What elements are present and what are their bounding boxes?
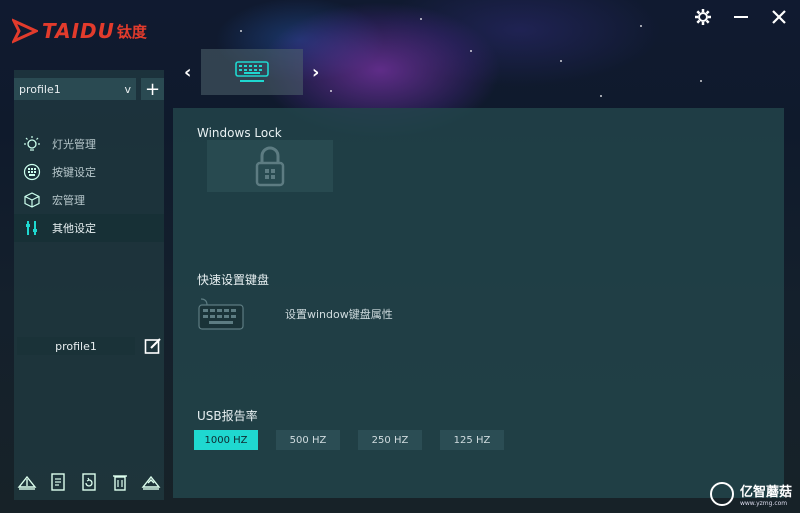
trash-icon[interactable] <box>110 472 130 492</box>
cube-icon <box>22 190 42 210</box>
logo-text: TAIDU <box>42 19 115 43</box>
light-bulb-icon <box>22 134 42 154</box>
taidu-logo-icon <box>12 18 38 44</box>
sidebar-item-lighting[interactable]: 灯光管理 <box>14 130 164 158</box>
minimize-icon[interactable] <box>732 8 750 29</box>
sidebar-item-keys[interactable]: 按键设定 <box>14 158 164 186</box>
windows-lock-toggle[interactable] <box>207 140 333 192</box>
upload-icon[interactable] <box>141 472 161 492</box>
app-logo: TAIDU 钛度 <box>12 16 162 46</box>
sidebar-item-other-settings[interactable]: 其他设定 <box>14 214 164 242</box>
usb-rate-250-button[interactable]: 250 HZ <box>358 430 422 450</box>
add-profile-button[interactable]: + <box>141 78 164 100</box>
keyboard-properties-link[interactable]: 设置window键盘属性 <box>197 297 393 331</box>
export-icon[interactable] <box>79 472 99 492</box>
sliders-icon <box>22 218 42 238</box>
sidebar-item-label: 宏管理 <box>52 194 85 207</box>
sidebar-bottom-toolbar <box>14 472 164 492</box>
windows-lock-title: Windows Lock <box>197 126 282 140</box>
profile-select-value: profile1 <box>19 82 61 96</box>
sidebar-item-label: 按键设定 <box>52 166 96 179</box>
sidebar-item-label: 灯光管理 <box>52 138 96 151</box>
watermark: 亿智蘑菇 www.yzmg.com <box>709 481 792 507</box>
close-icon[interactable] <box>770 8 788 29</box>
usb-rate-500-button[interactable]: 500 HZ <box>276 430 340 450</box>
keyboard-icon <box>235 61 269 82</box>
key-grid-icon <box>22 162 42 182</box>
device-tab-keyboard[interactable] <box>201 49 303 95</box>
usb-rate-125-button[interactable]: 125 HZ <box>440 430 504 450</box>
edit-icon[interactable] <box>144 337 162 355</box>
usb-rate-options: 1000 HZ 500 HZ 250 HZ 125 HZ <box>194 430 504 450</box>
prev-device-button[interactable]: ‹ <box>184 62 191 83</box>
window-controls <box>694 8 788 29</box>
next-device-button[interactable]: › <box>312 62 319 83</box>
usb-rate-1000-button[interactable]: 1000 HZ <box>194 430 258 450</box>
watermark-url: www.yzmg.com <box>739 500 788 507</box>
profile-name-field[interactable]: profile1 <box>17 337 135 355</box>
keyboard-properties-label: 设置window键盘属性 <box>285 308 393 321</box>
gear-icon[interactable] <box>694 8 712 29</box>
profile-select[interactable]: profile1 v <box>14 78 136 100</box>
sidebar-menu: 灯光管理 按键设定 宏管理 其他设定 <box>14 130 164 242</box>
keyboard-icon <box>198 298 244 330</box>
document-icon[interactable] <box>48 472 68 492</box>
logo-cn-text: 钛度 <box>116 22 147 41</box>
quick-keyboard-title: 快速设置键盘 <box>197 273 270 287</box>
sidebar-item-macro[interactable]: 宏管理 <box>14 186 164 214</box>
chevron-down-icon: v <box>124 82 131 96</box>
main-panel: Windows Lock 快速设置键盘 设置window键盘属性 USB报告率 … <box>173 108 784 498</box>
sidebar-item-label: 其他设定 <box>52 222 96 235</box>
padlock-windows-icon <box>255 146 285 187</box>
watermark-text: 亿智蘑菇 <box>739 485 792 500</box>
import-icon[interactable] <box>17 472 37 492</box>
watermark-mushroom-icon <box>709 482 734 506</box>
sidebar: profile1 v + 灯光管理 按键设定 宏管理 其他设定 profile1 <box>14 70 164 500</box>
usb-rate-title: USB报告率 <box>197 409 258 423</box>
